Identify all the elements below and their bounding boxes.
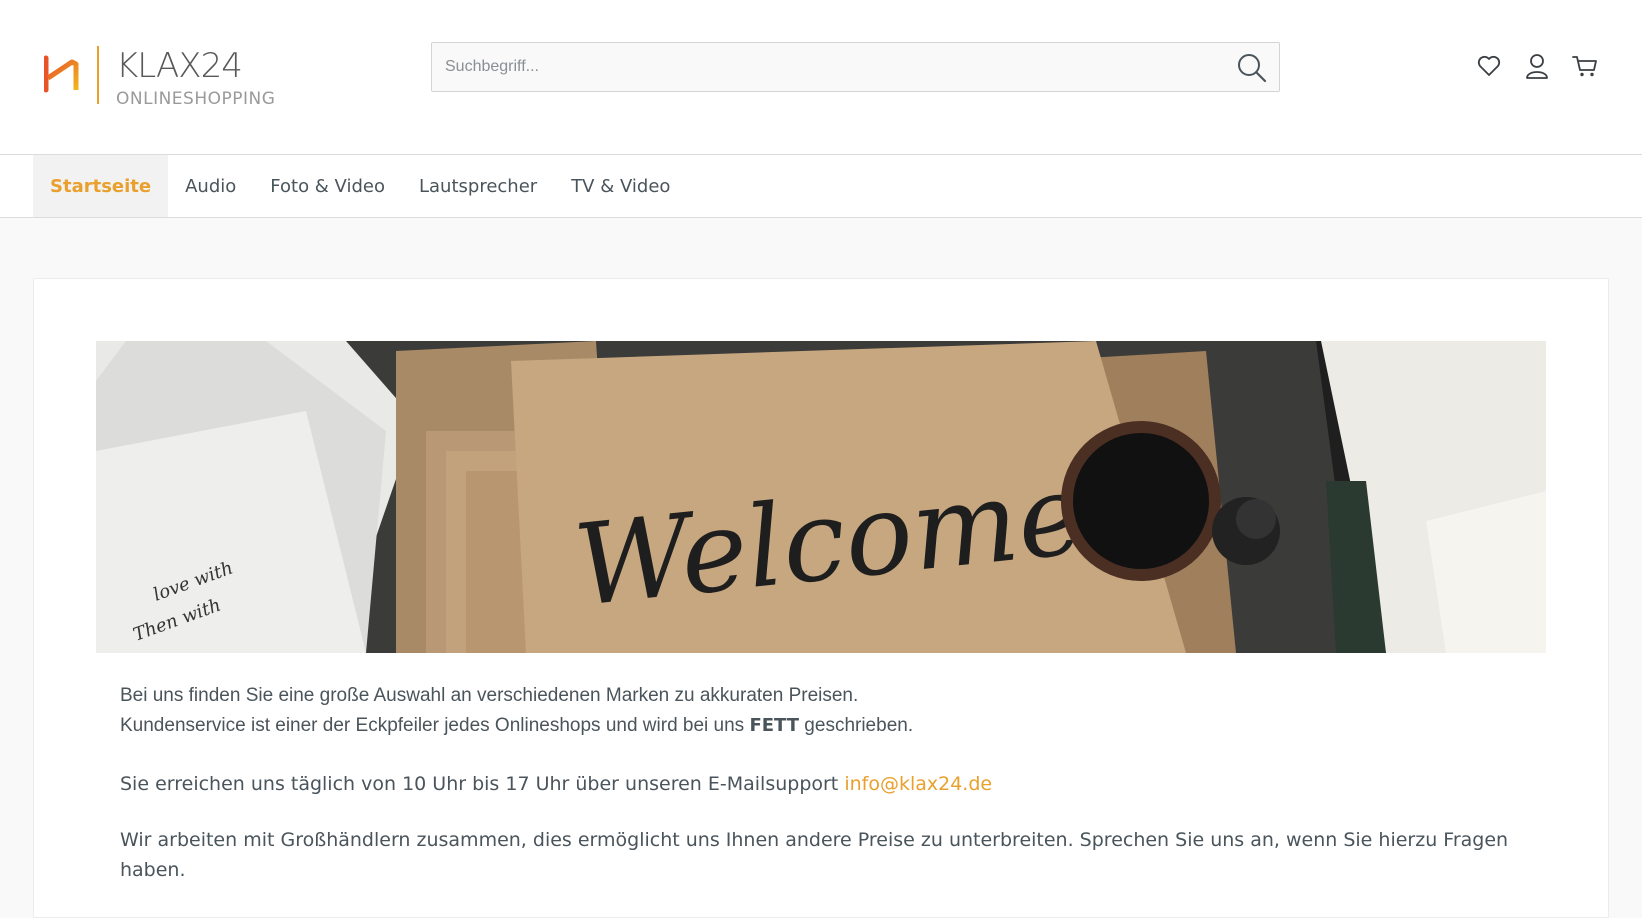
wishlist-button[interactable]: [1476, 52, 1502, 80]
shop-logo[interactable]: KLAX24 ONLINESHOPPING: [44, 44, 304, 109]
cart-icon: [1572, 56, 1597, 77]
intro-text: Bei uns finden Sie eine große Auswahl an…: [120, 681, 1520, 741]
contact-text: Sie erreichen uns täglich von 10 Uhr bis…: [120, 769, 1520, 799]
intro-line-2-bold: FETT: [749, 715, 800, 736]
heart-icon: [1477, 55, 1501, 76]
cart-button[interactable]: [1572, 52, 1598, 80]
intro-line-2-prefix: Kundenservice ist einer der Eckpfeiler j…: [120, 715, 750, 736]
logo-mark-icon: [44, 46, 99, 104]
header-actions: [1476, 52, 1598, 82]
content-card: love with Then with Welcome! Bei uns fin…: [33, 278, 1609, 918]
contact-prefix: Sie erreichen uns täglich von 10 Uhr bis…: [120, 773, 845, 795]
logo-name: KLAX24: [116, 46, 243, 86]
banner-image: love with Then with Welcome!: [96, 341, 1546, 653]
nav-item-foto-video[interactable]: Foto & Video: [253, 155, 402, 217]
contact-email-link[interactable]: info@klax24.de: [844, 773, 992, 795]
user-icon: [1526, 54, 1548, 79]
main-navigation: Startseite Audio Foto & Video Lautsprech…: [0, 154, 1642, 218]
search-input[interactable]: [432, 43, 1222, 91]
search-bar: [431, 42, 1280, 92]
nav-item-audio[interactable]: Audio: [168, 155, 253, 217]
wholesale-text: Wir arbeiten mit Großhändlern zusammen, …: [120, 829, 1509, 881]
logo-tagline: ONLINESHOPPING: [116, 89, 276, 109]
header: KLAX24 ONLINESHOPPING: [0, 0, 1642, 154]
intro-line-2-suffix: geschrieben.: [799, 715, 914, 736]
nav-item-startseite[interactable]: Startseite: [33, 155, 169, 217]
search-button[interactable]: [1235, 51, 1269, 85]
account-button[interactable]: [1524, 52, 1550, 80]
search-icon: [1238, 54, 1267, 83]
welcome-banner: love with Then with Welcome!: [96, 341, 1546, 653]
nav-item-tv-video[interactable]: TV & Video: [554, 155, 687, 217]
intro-line-1: Bei uns finden Sie eine große Auswahl an…: [120, 685, 859, 706]
nav-item-lautsprecher[interactable]: Lautsprecher: [402, 155, 554, 217]
